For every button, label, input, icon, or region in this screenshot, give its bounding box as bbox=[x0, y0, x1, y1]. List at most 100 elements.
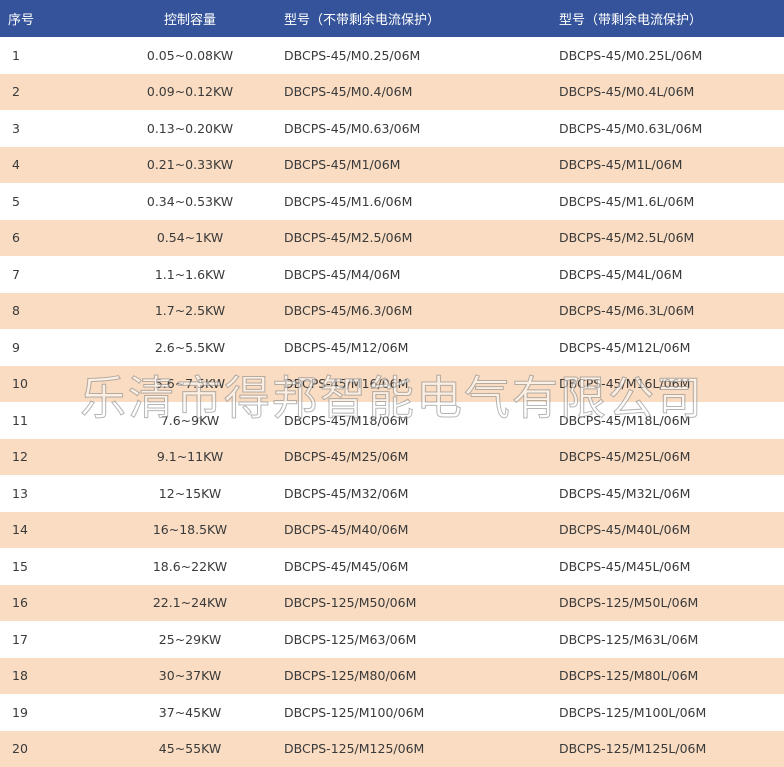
header-row: 序号 控制容量 型号（不带剩余电流保护） 型号（带剩余电流保护） bbox=[0, 0, 784, 37]
row-index: 9 bbox=[0, 329, 104, 366]
row-capacity: 1.7~2.5KW bbox=[104, 292, 276, 329]
row-model-rcd: DBCPS-45/M16L/06M bbox=[551, 365, 784, 402]
row-capacity: 37~45KW bbox=[104, 694, 276, 731]
row-index: 15 bbox=[0, 548, 104, 585]
table-row: 3 0.13~0.20KW DBCPS-45/M0.63/06M DBCPS-45/M… bbox=[0, 110, 784, 147]
row-model-no-rcd: DBCPS-45/M18/06M bbox=[276, 402, 551, 439]
row-model-rcd: DBCPS-45/M45L/06M bbox=[551, 548, 784, 585]
row-capacity: 5.6~7.5KW bbox=[104, 365, 276, 402]
table-row: 7 1.1~1.6KW DBCPS-45/M4/06M DBCPS-45/M4L/06… bbox=[0, 256, 784, 293]
row-capacity: 18.6~22KW bbox=[104, 548, 276, 585]
row-model-rcd: DBCPS-45/M0.4L/06M bbox=[551, 73, 784, 110]
row-model-rcd: DBCPS-125/M100L/06M bbox=[551, 694, 784, 731]
row-model-no-rcd: DBCPS-125/M125/06M bbox=[276, 730, 551, 767]
row-model-no-rcd: DBCPS-45/M25/06M bbox=[276, 438, 551, 475]
row-model-rcd: DBCPS-45/M1L/06M bbox=[551, 146, 784, 183]
row-capacity: 45~55KW bbox=[104, 730, 276, 767]
row-capacity: 7.6~9KW bbox=[104, 402, 276, 439]
row-index: 7 bbox=[0, 256, 104, 293]
table-row: 11 7.6~9KW DBCPS-45/M18/06M DBCPS-45/M18L/0… bbox=[0, 402, 784, 439]
row-index: 18 bbox=[0, 657, 104, 694]
row-model-no-rcd: DBCPS-125/M50/06M bbox=[276, 584, 551, 621]
row-model-rcd: DBCPS-45/M40L/06M bbox=[551, 511, 784, 548]
row-model-rcd: DBCPS-45/M32L/06M bbox=[551, 475, 784, 512]
row-index: 14 bbox=[0, 511, 104, 548]
row-index: 11 bbox=[0, 402, 104, 439]
table-row: 5 0.34~0.53KW DBCPS-45/M1.6/06M DBCPS-45/M1… bbox=[0, 183, 784, 220]
row-model-rcd: DBCPS-45/M12L/06M bbox=[551, 329, 784, 366]
row-model-rcd: DBCPS-45/M4L/06M bbox=[551, 256, 784, 293]
table-row: 10 5.6~7.5KW DBCPS-45/M16/06M DBCPS-45/M16L… bbox=[0, 365, 784, 402]
row-model-no-rcd: DBCPS-45/M32/06M bbox=[276, 475, 551, 512]
row-model-no-rcd: DBCPS-45/M0.25/06M bbox=[276, 37, 551, 74]
row-index: 17 bbox=[0, 621, 104, 658]
row-model-rcd: DBCPS-45/M25L/06M bbox=[551, 438, 784, 475]
row-model-no-rcd: DBCPS-125/M63/06M bbox=[276, 621, 551, 658]
row-model-no-rcd: DBCPS-125/M100/06M bbox=[276, 694, 551, 731]
row-index: 20 bbox=[0, 730, 104, 767]
row-model-rcd: DBCPS-45/M2.5L/06M bbox=[551, 219, 784, 256]
table-row: 2 0.09~0.12KW DBCPS-45/M0.4/06M DBCPS-45/M0… bbox=[0, 73, 784, 110]
row-model-no-rcd: DBCPS-45/M16/06M bbox=[276, 365, 551, 402]
row-index: 1 bbox=[0, 37, 104, 74]
table-row: 6 0.54~1KW DBCPS-45/M2.5/06M DBCPS-45/M2.5L… bbox=[0, 219, 784, 256]
row-model-no-rcd: DBCPS-45/M0.63/06M bbox=[276, 110, 551, 147]
row-index: 3 bbox=[0, 110, 104, 147]
row-model-no-rcd: DBCPS-45/M40/06M bbox=[276, 511, 551, 548]
row-model-rcd: DBCPS-125/M125L/06M bbox=[551, 730, 784, 767]
table-row: 15 18.6~22KW DBCPS-45/M45/06M DBCPS-45/M45L… bbox=[0, 548, 784, 585]
header-model-rcd: 型号（带剩余电流保护） bbox=[551, 0, 784, 37]
row-capacity: 9.1~11KW bbox=[104, 438, 276, 475]
row-capacity: 0.21~0.33KW bbox=[104, 146, 276, 183]
row-index: 4 bbox=[0, 146, 104, 183]
row-model-no-rcd: DBCPS-45/M6.3/06M bbox=[276, 292, 551, 329]
row-capacity: 16~18.5KW bbox=[104, 511, 276, 548]
table-row: 13 12~15KW DBCPS-45/M32/06M DBCPS-45/M32L/0… bbox=[0, 475, 784, 512]
row-index: 2 bbox=[0, 73, 104, 110]
table-row: 8 1.7~2.5KW DBCPS-45/M6.3/06M DBCPS-45/M6.3… bbox=[0, 292, 784, 329]
row-model-rcd: DBCPS-125/M63L/06M bbox=[551, 621, 784, 658]
row-model-no-rcd: DBCPS-45/M1.6/06M bbox=[276, 183, 551, 220]
table-row: 18 30~37KW DBCPS-125/M80/06M DBCPS-125/M80L… bbox=[0, 657, 784, 694]
table-row: 1 0.05~0.08KW DBCPS-45/M0.25/06M DBCPS-45/M… bbox=[0, 37, 784, 74]
table-row: 19 37~45KW DBCPS-125/M100/06M DBCPS-125/M10… bbox=[0, 694, 784, 731]
row-model-rcd: DBCPS-125/M50L/06M bbox=[551, 584, 784, 621]
row-model-no-rcd: DBCPS-45/M0.4/06M bbox=[276, 73, 551, 110]
row-capacity: 30~37KW bbox=[104, 657, 276, 694]
header-capacity: 控制容量 bbox=[104, 0, 276, 37]
row-capacity: 0.34~0.53KW bbox=[104, 183, 276, 220]
header-model-no-rcd: 型号（不带剩余电流保护） bbox=[276, 0, 551, 37]
table-row: 9 2.6~5.5KW DBCPS-45/M12/06M DBCPS-45/M12L/… bbox=[0, 329, 784, 366]
row-index: 13 bbox=[0, 475, 104, 512]
table-row: 16 22.1~24KW DBCPS-125/M50/06M DBCPS-125/M5… bbox=[0, 584, 784, 621]
row-capacity: 22.1~24KW bbox=[104, 584, 276, 621]
row-index: 12 bbox=[0, 438, 104, 475]
row-capacity: 12~15KW bbox=[104, 475, 276, 512]
row-index: 5 bbox=[0, 183, 104, 220]
row-capacity: 0.13~0.20KW bbox=[104, 110, 276, 147]
table-body: 1 0.05~0.08KW DBCPS-45/M0.25/06M DBCPS-45/M… bbox=[0, 37, 784, 767]
row-capacity: 0.09~0.12KW bbox=[104, 73, 276, 110]
table-header: 序号 控制容量 型号（不带剩余电流保护） 型号（带剩余电流保护） bbox=[0, 0, 784, 37]
row-model-no-rcd: DBCPS-45/M4/06M bbox=[276, 256, 551, 293]
spec-table: 序号 控制容量 型号（不带剩余电流保护） 型号（带剩余电流保护） 1 0.05~0… bbox=[0, 0, 784, 767]
row-model-no-rcd: DBCPS-45/M1/06M bbox=[276, 146, 551, 183]
row-model-no-rcd: DBCPS-45/M45/06M bbox=[276, 548, 551, 585]
row-model-no-rcd: DBCPS-125/M80/06M bbox=[276, 657, 551, 694]
row-model-rcd: DBCPS-45/M0.63L/06M bbox=[551, 110, 784, 147]
row-capacity: 1.1~1.6KW bbox=[104, 256, 276, 293]
table-row: 4 0.21~0.33KW DBCPS-45/M1/06M DBCPS-45/M1L/… bbox=[0, 146, 784, 183]
table-row: 20 45~55KW DBCPS-125/M125/06M DBCPS-125/M12… bbox=[0, 730, 784, 767]
table-row: 12 9.1~11KW DBCPS-45/M25/06M DBCPS-45/M25L/… bbox=[0, 438, 784, 475]
row-model-no-rcd: DBCPS-45/M2.5/06M bbox=[276, 219, 551, 256]
row-capacity: 2.6~5.5KW bbox=[104, 329, 276, 366]
header-index: 序号 bbox=[0, 0, 104, 37]
row-index: 8 bbox=[0, 292, 104, 329]
row-model-rcd: DBCPS-125/M80L/06M bbox=[551, 657, 784, 694]
row-model-no-rcd: DBCPS-45/M12/06M bbox=[276, 329, 551, 366]
row-model-rcd: DBCPS-45/M18L/06M bbox=[551, 402, 784, 439]
row-index: 19 bbox=[0, 694, 104, 731]
row-model-rcd: DBCPS-45/M0.25L/06M bbox=[551, 37, 784, 74]
row-capacity: 25~29KW bbox=[104, 621, 276, 658]
row-index: 16 bbox=[0, 584, 104, 621]
